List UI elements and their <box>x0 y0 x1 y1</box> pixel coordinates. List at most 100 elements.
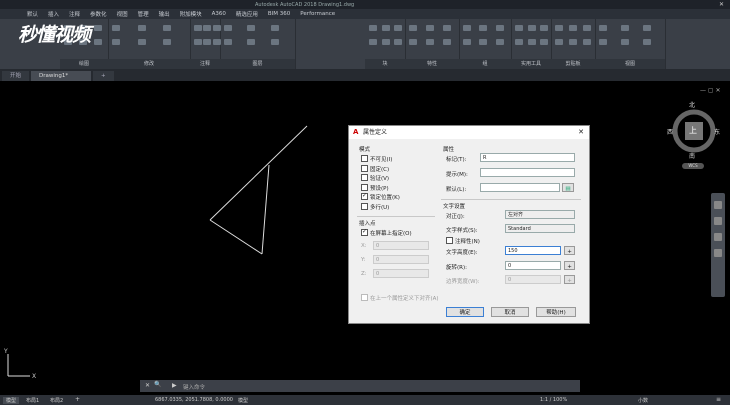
boundary-width-input[interactable]: 0 <box>505 275 561 284</box>
menu-item[interactable]: 精选应用 <box>231 10 263 18</box>
wcs-badge[interactable]: WCS <box>682 163 704 169</box>
height-pick-button[interactable]: + <box>564 246 575 255</box>
align-below-checkbox[interactable] <box>361 294 368 301</box>
annotative-checkbox[interactable] <box>446 237 453 244</box>
justify-select[interactable]: 左对齐 <box>505 210 575 219</box>
tool-icon[interactable] <box>479 25 488 31</box>
tool-icon[interactable] <box>442 25 451 31</box>
text-height-input[interactable]: 150 <box>505 246 561 255</box>
tool-icon[interactable] <box>463 39 471 45</box>
ribbon-group-label[interactable]: 视图 <box>595 59 665 69</box>
tool-icon[interactable] <box>568 39 577 45</box>
tool-icon[interactable] <box>555 39 563 45</box>
tool-icon[interactable] <box>409 39 417 45</box>
tool-icon[interactable] <box>582 25 591 31</box>
mode-checkbox[interactable] <box>361 192 368 200</box>
menu-item[interactable]: BIM 360 <box>263 11 295 17</box>
onscreen-checkbox[interactable] <box>361 228 368 236</box>
menu-item[interactable]: 注释 <box>64 10 85 18</box>
tool-icon[interactable] <box>137 25 146 31</box>
help-button[interactable]: 帮助(H) <box>536 307 576 317</box>
viewcube-east[interactable]: 东 <box>714 127 720 136</box>
tool-icon[interactable] <box>425 25 434 31</box>
tool-icon[interactable] <box>112 39 120 45</box>
ribbon-group-label[interactable]: 修改 <box>108 59 190 69</box>
tool-icon[interactable] <box>94 25 102 31</box>
tool-icon[interactable] <box>527 39 536 45</box>
showmotion-icon[interactable] <box>714 249 722 257</box>
tab-start[interactable]: 开始 <box>2 71 30 81</box>
tool-icon[interactable] <box>247 39 256 45</box>
orbit-icon[interactable] <box>714 233 722 241</box>
navigation-bar[interactable] <box>711 193 725 297</box>
ribbon-group-label[interactable]: 块 <box>365 59 405 69</box>
rotation-pick-button[interactable]: + <box>564 261 575 270</box>
viewcube-face-top[interactable]: 上 <box>689 125 697 136</box>
add-layout-icon[interactable]: + <box>75 396 80 403</box>
text-style-select[interactable]: Standard <box>505 224 575 233</box>
tool-icon[interactable] <box>515 25 523 31</box>
viewcube-west[interactable]: 西 <box>667 127 673 136</box>
tool-icon[interactable] <box>582 39 591 45</box>
tool-icon[interactable] <box>194 25 202 31</box>
tool-icon[interactable] <box>163 39 172 45</box>
layout-tab-model[interactable]: 模型 <box>3 397 20 404</box>
viewcube[interactable]: 北 西 东 南 上 WCS <box>667 100 721 170</box>
tool-icon[interactable] <box>369 25 377 31</box>
tool-icon[interactable] <box>555 25 563 31</box>
layout-tab-1[interactable]: 布局1 <box>26 397 39 404</box>
menu-item[interactable]: 视图 <box>112 10 133 18</box>
menu-item[interactable]: 管理 <box>133 10 154 18</box>
tool-icon[interactable] <box>442 39 451 45</box>
tool-icon[interactable] <box>620 25 629 31</box>
dialog-close-icon[interactable]: ✕ <box>578 126 584 139</box>
tool-icon[interactable] <box>394 25 402 31</box>
tool-icon[interactable] <box>599 25 607 31</box>
tool-icon[interactable] <box>270 39 279 45</box>
menu-item[interactable]: 输出 <box>154 10 175 18</box>
tool-icon[interactable] <box>527 25 536 31</box>
command-line[interactable]: ✕ 🔍 ▶ 键入命令 <box>140 380 580 392</box>
menu-item[interactable]: 默认 <box>22 10 43 18</box>
line-segment[interactable] <box>209 219 263 255</box>
tool-icon[interactable] <box>394 39 402 45</box>
tool-icon[interactable] <box>540 25 548 31</box>
tool-icon[interactable] <box>642 39 651 45</box>
tool-icon[interactable] <box>137 39 146 45</box>
close-icon[interactable]: ✕ <box>719 1 724 8</box>
mode-checkbox[interactable] <box>361 164 368 172</box>
menu-item[interactable]: A360 <box>207 11 231 17</box>
mode-checkbox[interactable] <box>361 183 368 191</box>
tool-icon[interactable] <box>194 39 202 45</box>
close-cmd-icon[interactable]: ✕ <box>145 382 150 389</box>
x-input[interactable]: 0 <box>373 241 429 250</box>
tool-icon[interactable] <box>495 25 504 31</box>
default-input[interactable] <box>480 183 560 192</box>
menu-item[interactable]: 附加模块 <box>175 10 207 18</box>
ribbon-group-label[interactable]: 注释 <box>190 59 220 69</box>
tool-icon[interactable] <box>463 25 471 31</box>
tool-icon[interactable] <box>247 25 256 31</box>
tool-icon[interactable] <box>495 39 504 45</box>
ok-button[interactable]: 确定 <box>446 307 484 317</box>
tool-icon[interactable] <box>112 25 120 31</box>
y-input[interactable]: 0 <box>373 255 429 264</box>
mode-checkbox[interactable] <box>361 155 368 162</box>
mode-checkbox[interactable] <box>361 202 368 210</box>
tool-icon[interactable] <box>599 39 607 45</box>
tool-icon[interactable] <box>203 25 212 31</box>
tool-icon[interactable] <box>425 39 434 45</box>
ribbon-group-label[interactable]: 绘图 <box>60 59 108 69</box>
viewcube-south[interactable]: 南 <box>689 151 695 160</box>
tool-icon[interactable] <box>224 25 232 31</box>
menu-item[interactable]: 插入 <box>43 10 64 18</box>
tool-icon[interactable] <box>409 25 417 31</box>
tool-icon[interactable] <box>369 39 377 45</box>
tool-icon[interactable] <box>515 39 523 45</box>
customize-icon[interactable]: ≡ <box>716 396 721 403</box>
pan-icon[interactable] <box>714 201 722 209</box>
line-segment[interactable] <box>261 164 270 255</box>
tool-icon[interactable] <box>203 39 212 45</box>
tool-icon[interactable] <box>642 25 651 31</box>
search-icon[interactable]: 🔍 <box>154 381 161 388</box>
